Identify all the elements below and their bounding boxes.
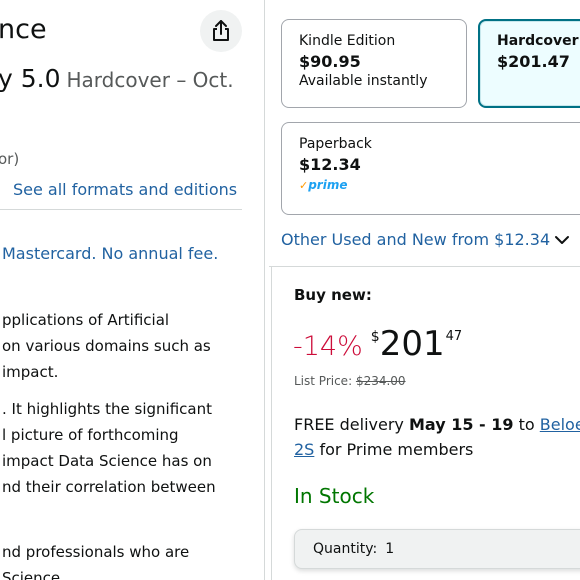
delivery-suffix: for Prime members — [319, 440, 474, 459]
format-name: Hardcover — [497, 33, 579, 49]
product-title: nce — [0, 14, 47, 45]
edition-format: Hardcover – Oct. — [66, 68, 234, 92]
price-currency: $ — [370, 329, 380, 345]
buy-new-heading: Buy new: — [294, 286, 372, 304]
author-role: or) — [0, 150, 20, 168]
price-row: -14% $ 201 47 — [293, 325, 462, 363]
description-line: l picture of forthcoming — [2, 426, 179, 444]
quantity-value: 1 — [385, 541, 395, 557]
format-availability: Available instantly — [299, 73, 428, 89]
format-name: Kindle Edition — [299, 33, 396, 49]
buy-box-column: Kindle Edition $90.95 Available instantl… — [264, 0, 580, 580]
product-details-column: nce y 5.0 Hardcover – Oct. or) See all fo… — [0, 0, 262, 580]
divider — [0, 209, 242, 210]
see-all-formats-link[interactable]: See all formats and editions — [13, 180, 237, 199]
credit-card-promo-link[interactable]: Mastercard. No annual fee. — [2, 244, 218, 263]
list-price-label: List Price: — [294, 374, 353, 388]
price-whole: 201 — [379, 324, 445, 364]
other-used-new-link[interactable]: Other Used and New from $12.34 — [281, 230, 570, 249]
list-price-value: $234.00 — [355, 374, 406, 388]
description-line: . It highlights the significant — [2, 400, 212, 418]
delivery-location-link[interactable]: Beloe — [540, 415, 580, 434]
check-icon: ✓ — [299, 179, 309, 192]
share-button[interactable] — [200, 10, 242, 52]
format-card-paperback[interactable]: Paperback $12.34 ✓prime — [281, 122, 580, 215]
format-name: Paperback — [299, 136, 372, 152]
prime-badge: ✓prime — [299, 178, 580, 192]
format-card-hardcover[interactable]: Hardcover $201.47 — [478, 19, 580, 108]
discount-percent: -14% — [293, 331, 363, 362]
description-line: nd professionals who are — [2, 543, 190, 561]
delivery-message: FREE delivery May 15 - 19 to Beloe 2S fo… — [294, 412, 580, 462]
description-line: impact. — [2, 363, 59, 381]
description-line: impact Data Science has on — [2, 452, 212, 470]
format-price: $90.95 — [299, 52, 361, 71]
delivery-location-link-cont[interactable]: 2S — [294, 440, 314, 459]
price-fraction: 47 — [445, 329, 463, 344]
format-card-kindle[interactable]: Kindle Edition $90.95 Available instantl… — [281, 19, 467, 108]
delivery-prefix: FREE delivery — [294, 415, 404, 434]
chevron-down-icon — [555, 235, 570, 244]
description-line: pplications of Artificial — [2, 311, 170, 329]
prime-label: prime — [308, 178, 348, 192]
quantity-label: Quantity: — [313, 541, 378, 557]
quantity-select[interactable]: Quantity: 1 — [294, 529, 580, 569]
edition-line: y 5.0 Hardcover – Oct. — [0, 64, 234, 93]
share-icon — [213, 20, 229, 41]
format-price: $201.47 — [497, 52, 570, 71]
description-line: nd their correlation between — [2, 478, 216, 496]
delivery-to: to — [518, 415, 535, 434]
description-line: on various domains such as — [2, 337, 211, 355]
description-line: Science — [2, 569, 61, 580]
stock-status: In Stock — [294, 484, 375, 508]
delivery-dates: May 15 - 19 — [408, 415, 514, 434]
edition-version: y 5.0 — [0, 64, 61, 93]
format-price: $12.34 — [299, 155, 361, 174]
list-price: List Price: $234.00 — [294, 374, 406, 388]
other-offers-label: Other Used and New from $12.34 — [281, 230, 551, 249]
